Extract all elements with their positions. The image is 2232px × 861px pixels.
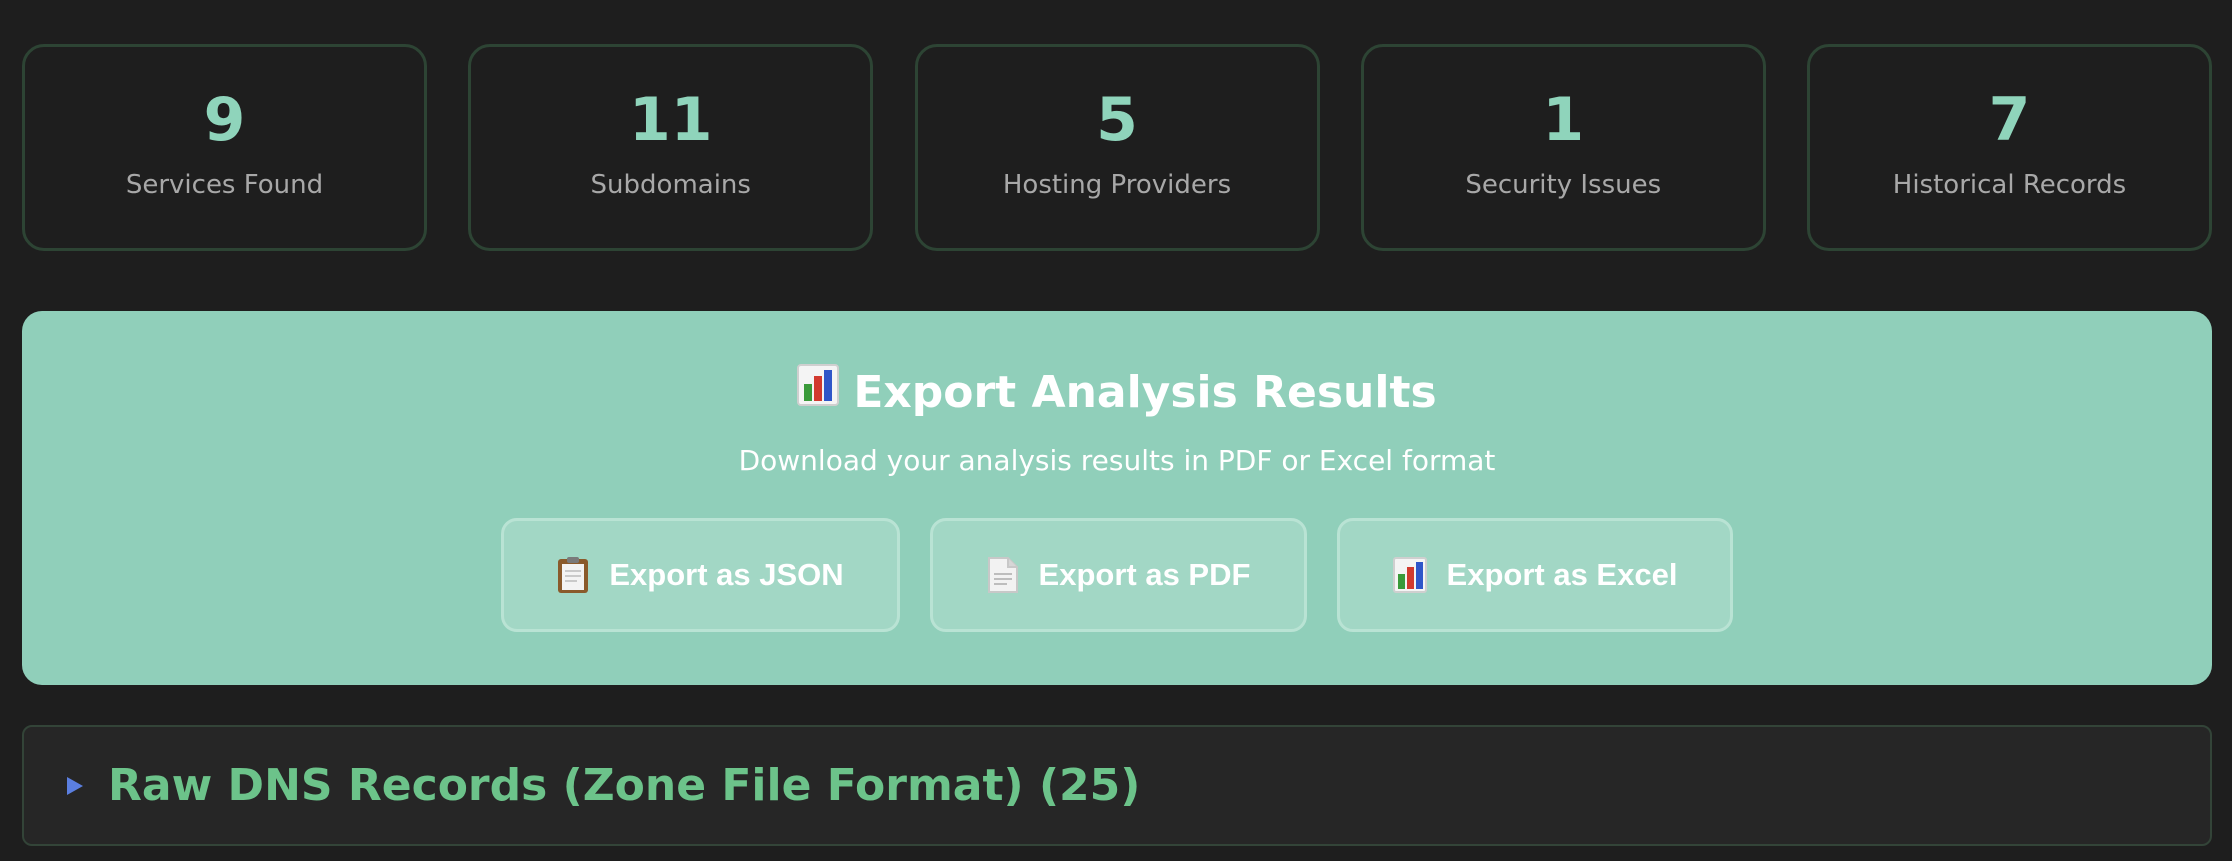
export-buttons: Export as JSON Export as PDF Export as E… xyxy=(22,518,2212,632)
stat-label: Services Found xyxy=(125,169,324,200)
stat-value: 9 xyxy=(203,84,246,155)
triangle-right-icon[interactable] xyxy=(66,776,84,796)
stat-label: Hosting Providers xyxy=(1002,169,1232,200)
stat-value: 11 xyxy=(629,84,713,155)
export-subtitle: Download your analysis results in PDF or… xyxy=(738,444,1496,477)
export-excel-label: Export as Excel xyxy=(1446,557,1678,592)
bar-chart-icon xyxy=(797,363,840,419)
export-pdf-label: Export as PDF xyxy=(1038,557,1251,592)
export-panel: Export Analysis Results Download your an… xyxy=(22,311,2212,685)
stat-card-historical-records: 7 Historical Records xyxy=(1807,44,2212,251)
bar-chart-icon xyxy=(1392,557,1427,593)
stat-label: Security Issues xyxy=(1465,169,1662,200)
stat-card-services: 9 Services Found xyxy=(22,44,427,251)
raw-dns-records-title: Raw DNS Records (Zone File Format) (25) xyxy=(108,760,1141,811)
export-json-label: Export as JSON xyxy=(609,557,844,592)
clipboard-icon xyxy=(557,556,589,594)
stat-card-security-issues: 1 Security Issues xyxy=(1360,44,1766,251)
stat-label: Subdomains xyxy=(590,169,751,200)
page: 9 Services Found 11 Subdomains 5 Hosting… xyxy=(0,0,2232,861)
stat-value: 5 xyxy=(1096,84,1138,155)
stat-label: Historical Records xyxy=(1892,169,2127,200)
stat-card-hosting-providers: 5 Hosting Providers xyxy=(914,44,1320,251)
document-icon xyxy=(987,556,1019,594)
stat-value: 7 xyxy=(1988,84,2031,155)
stat-value: 1 xyxy=(1542,84,1585,155)
export-pdf-button[interactable]: Export as PDF xyxy=(930,518,1307,632)
export-json-button[interactable]: Export as JSON xyxy=(501,518,900,632)
stats-row: 9 Services Found 11 Subdomains 5 Hosting… xyxy=(22,44,2212,251)
export-title-row: Export Analysis Results xyxy=(22,363,2212,422)
stat-card-subdomains: 11 Subdomains xyxy=(468,44,874,251)
export-excel-button[interactable]: Export as Excel xyxy=(1337,518,1733,632)
export-title: Export Analysis Results xyxy=(853,367,1437,418)
raw-dns-records-summary[interactable]: Raw DNS Records (Zone File Format) (25) xyxy=(22,725,2212,846)
